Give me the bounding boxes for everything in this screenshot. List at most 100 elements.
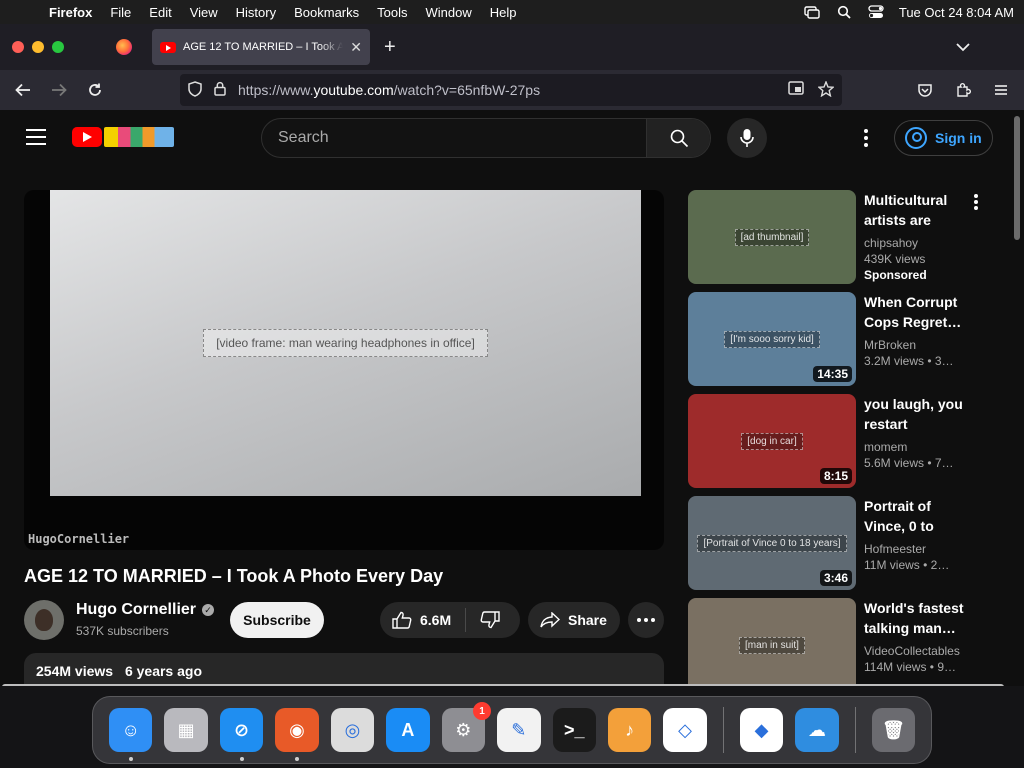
channel-avatar[interactable] — [24, 600, 64, 640]
related-video-channel[interactable]: momem — [864, 440, 964, 454]
related-video-card[interactable]: [ad thumbnail] Multicultural artists are … — [688, 190, 998, 292]
url-text[interactable]: https://www.youtube.com/watch?v=65nfbW-2… — [238, 82, 540, 98]
new-tab-icon[interactable]: + — [384, 36, 396, 59]
related-video-title[interactable]: Multicultural artists are oft… — [864, 190, 964, 230]
reload-icon[interactable] — [82, 77, 108, 103]
related-video-card[interactable]: [man in suit] World's fastest talking man… — [688, 598, 998, 686]
dock-textedit-icon[interactable]: ✎ — [497, 708, 541, 752]
dislike-button[interactable] — [466, 611, 514, 629]
picture-in-picture-icon[interactable] — [788, 80, 804, 100]
share-label: Share — [568, 612, 607, 628]
extensions-puzzle-icon[interactable] — [950, 77, 976, 103]
related-video-channel[interactable]: chipsahoy — [864, 236, 964, 250]
lock-icon[interactable] — [214, 81, 226, 99]
menu-file[interactable]: File — [101, 5, 140, 20]
zoom-window-button[interactable] — [52, 41, 64, 53]
channel-name-row[interactable]: Hugo Cornellier ✓ — [76, 601, 215, 619]
menu-app-firefox[interactable]: Firefox — [40, 5, 101, 20]
dock-glyph: A — [401, 719, 415, 740]
video-player[interactable]: [video frame: man wearing headphones in … — [24, 190, 664, 550]
guide-menu-icon[interactable] — [26, 129, 46, 145]
dock-weather-icon[interactable]: ☁ — [795, 708, 839, 752]
description-box[interactable]: 254M views 6 years ago — [24, 653, 664, 686]
related-video-thumbnail[interactable]: [man in suit] — [688, 598, 856, 686]
upload-age: 6 years ago — [124, 663, 203, 679]
dock-launchpad-icon[interactable]: ▦ — [164, 708, 208, 752]
microphone-icon — [740, 129, 754, 147]
dock-garageband-icon[interactable]: ♪ — [607, 708, 652, 752]
pocket-icon[interactable] — [912, 77, 938, 103]
related-video-thumbnail[interactable]: [Portrait of Vince 0 to 18 years] 3:46 — [688, 496, 856, 590]
video-title: AGE 12 TO MARRIED – I Took A Photo Every… — [24, 566, 444, 586]
tracking-protection-shield-icon[interactable] — [188, 80, 202, 100]
related-video-title[interactable]: you laugh, you restart — [864, 394, 964, 434]
related-video-channel[interactable]: VideoCollectables — [864, 644, 964, 658]
dock-chrome-icon[interactable]: ◎ — [330, 708, 375, 752]
related-video-channel[interactable]: Hofmeester — [864, 542, 964, 556]
share-button[interactable]: Share — [528, 602, 620, 638]
related-video-channel[interactable]: MrBroken — [864, 338, 964, 352]
url-suffix: /watch?v=65nfbW-27ps — [393, 82, 541, 98]
dock-glyph: >_ — [563, 719, 585, 740]
search-button[interactable] — [646, 119, 710, 157]
list-all-tabs-chevron-icon[interactable] — [956, 39, 970, 55]
forward-arrow-icon[interactable] — [46, 77, 72, 103]
vertical-scrollbar[interactable] — [1013, 110, 1021, 686]
dock-glyph: ◆ — [754, 719, 769, 740]
search-input[interactable]: Search — [262, 119, 646, 157]
related-video-card[interactable]: [I'm sooo sorry kid] 14:35 When Corrupt Co… — [688, 292, 998, 394]
menu-edit[interactable]: Edit — [140, 5, 180, 20]
related-video-title[interactable]: When Corrupt Cops Regret… — [864, 292, 964, 332]
dock-glyph: ▦ — [177, 719, 195, 740]
url-bar[interactable]: https://www.youtube.com/watch?v=65nfbW-2… — [180, 74, 842, 106]
dock-safari-icon[interactable]: ⊘ — [219, 708, 264, 761]
back-arrow-icon[interactable] — [10, 77, 36, 103]
related-video-thumbnail[interactable]: [I'm sooo sorry kid] 14:35 — [688, 292, 856, 386]
settings-kebab-icon[interactable] — [858, 127, 874, 149]
firefox-view-icon[interactable] — [116, 39, 132, 55]
menu-help[interactable]: Help — [481, 5, 526, 20]
dock-firefox-icon[interactable]: ◉ — [275, 708, 319, 761]
sign-in-button[interactable]: Sign in — [894, 120, 993, 156]
vertical-scroll-thumb[interactable] — [1014, 116, 1020, 240]
more-actions-button[interactable] — [628, 602, 664, 638]
menubar-clock[interactable]: Tue Oct 24 8:04 AM — [899, 5, 1014, 20]
like-button[interactable]: 6.6M — [380, 608, 467, 632]
dock-system-settings-icon[interactable]: ⚙ 1 — [441, 702, 492, 752]
menu-tools[interactable]: Tools — [368, 5, 416, 20]
subscribe-button[interactable]: Subscribe — [230, 602, 324, 638]
menu-history[interactable]: History — [227, 5, 285, 20]
youtube-logo[interactable] — [72, 127, 174, 147]
card-menu-kebab-icon[interactable] — [974, 194, 978, 210]
notification-badge: 1 — [473, 702, 492, 720]
related-video-title[interactable]: World's fastest talking man… — [864, 598, 964, 638]
share-arrow-icon — [540, 612, 560, 628]
control-center-icon[interactable] — [867, 5, 885, 19]
bookmark-star-icon[interactable] — [817, 79, 835, 100]
channel-name[interactable]: Hugo Cornellier — [76, 601, 196, 619]
dock-finder-icon[interactable]: ☺ — [109, 708, 153, 761]
spotlight-search-icon[interactable] — [835, 5, 853, 19]
related-video-thumbnail[interactable]: [dog in car] 8:15 — [688, 394, 856, 488]
dock-vscode-icon[interactable]: ◇ — [663, 708, 707, 752]
related-video-thumbnail[interactable]: [ad thumbnail] — [688, 190, 856, 284]
dock-trash-icon[interactable]: 🗑 — [871, 708, 916, 752]
related-video-card[interactable]: [Portrait of Vince 0 to 18 years] 3:46 Por… — [688, 496, 998, 598]
dock-visual-studio-icon[interactable]: ◆ — [739, 708, 784, 752]
menu-window[interactable]: Window — [417, 5, 481, 20]
related-video-card[interactable]: [dog in car] 8:15 you laugh, you restart mo… — [688, 394, 998, 496]
active-tab[interactable]: AGE 12 TO MARRIED – I Took A Photo Every… — [152, 29, 370, 65]
close-window-button[interactable] — [12, 41, 24, 53]
related-video-title[interactable]: Portrait of Vince, 0 to 18… — [864, 496, 964, 536]
voice-search-button[interactable] — [727, 118, 767, 158]
dock-app-store-icon[interactable]: A — [386, 708, 430, 752]
menu-bookmarks[interactable]: Bookmarks — [285, 5, 368, 20]
hamburger-menu-icon[interactable] — [988, 77, 1014, 103]
menu-view[interactable]: View — [181, 5, 227, 20]
screen-mirroring-icon[interactable] — [803, 5, 821, 19]
desktop-bottom: ☺ ▦ ⊘ ◉ ◎ A ⚙ 1 ✎ >_ ♪ ◇ ◆ ☁ 🗑 — [0, 686, 1024, 768]
close-tab-icon[interactable]: ✕ — [350, 39, 362, 56]
minimize-window-button[interactable] — [32, 41, 44, 53]
dock-terminal-icon[interactable]: >_ — [552, 708, 596, 752]
youtube-masthead: Search Sign in — [0, 110, 1014, 166]
